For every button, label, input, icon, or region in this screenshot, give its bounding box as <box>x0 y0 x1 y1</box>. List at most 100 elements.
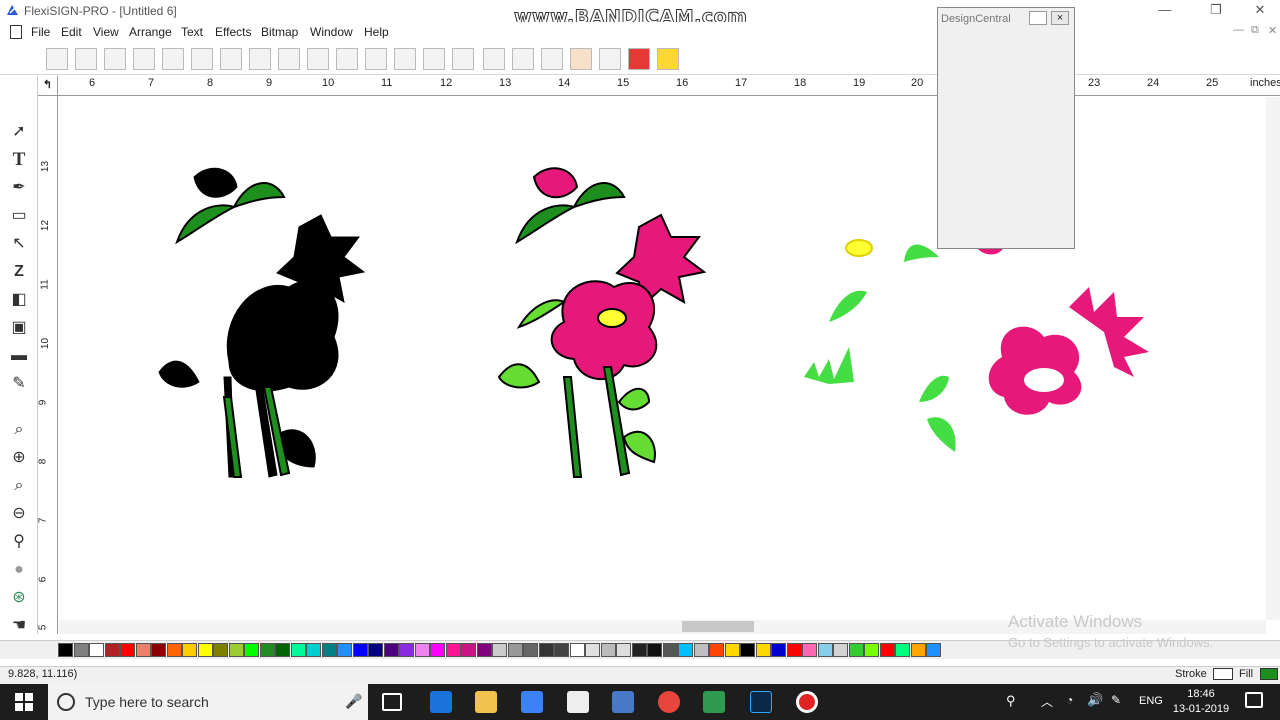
zoom-green-icon[interactable]: ⊛ <box>9 588 29 608</box>
print-icon[interactable] <box>191 48 213 70</box>
mdi-minimize-button[interactable]: — <box>1233 24 1244 36</box>
palette-swatch[interactable] <box>817 643 833 657</box>
palette-swatch[interactable] <box>616 643 631 657</box>
palette-swatch[interactable] <box>786 643 802 657</box>
palette-swatch[interactable] <box>352 643 368 657</box>
palette-swatch[interactable] <box>476 643 492 657</box>
zoom-icon[interactable] <box>599 48 621 70</box>
palette-swatch[interactable] <box>662 643 678 657</box>
palette-swatch[interactable] <box>771 643 786 657</box>
menu-file[interactable]: File <box>31 25 50 39</box>
save-as-icon[interactable] <box>133 48 155 70</box>
palette-swatch[interactable] <box>414 643 430 657</box>
menu-effects[interactable]: Effects <box>215 25 251 39</box>
rectangle-tool-icon[interactable]: ▭ <box>9 206 29 226</box>
palette-swatch[interactable] <box>864 643 879 657</box>
palette-swatch[interactable] <box>383 643 399 657</box>
import-icon[interactable] <box>162 48 184 70</box>
menu-view[interactable]: View <box>93 25 119 39</box>
mdi-close-button[interactable]: ✕ <box>1268 24 1277 37</box>
palette-swatch[interactable] <box>755 643 771 657</box>
eyedropper-icon[interactable]: ✎ <box>9 374 29 394</box>
palette-swatch[interactable] <box>492 643 507 657</box>
palette-swatch[interactable] <box>337 643 352 657</box>
zoom-page-icon[interactable]: ⌕ <box>9 476 29 496</box>
zoom-out-icon[interactable]: ⊖ <box>9 504 29 524</box>
palette-swatch[interactable] <box>895 643 910 657</box>
palette-swatch[interactable] <box>507 643 523 657</box>
palette-swatch[interactable] <box>73 643 89 657</box>
save-icon[interactable] <box>104 48 126 70</box>
cut-plot-icon[interactable] <box>220 48 242 70</box>
palette-swatch[interactable] <box>910 643 926 657</box>
palette-swatch[interactable] <box>151 643 166 657</box>
palette-swatch[interactable] <box>430 643 445 657</box>
flexi-app-icon[interactable] <box>703 691 725 713</box>
action-center-icon[interactable] <box>1245 692 1263 708</box>
palette-swatch[interactable] <box>631 643 647 657</box>
zoom-gray-icon[interactable]: ● <box>9 560 29 580</box>
paste-icon[interactable] <box>336 48 358 70</box>
redo-step-icon[interactable] <box>452 48 474 70</box>
network-icon[interactable]: ◔ <box>1066 693 1073 707</box>
palette-swatch[interactable] <box>554 643 569 657</box>
palette-swatch[interactable] <box>523 643 538 657</box>
windows-start-icon[interactable] <box>14 692 34 712</box>
fill-tool-icon[interactable]: ◧ <box>9 290 29 310</box>
select-arrow-icon[interactable]: ➚ <box>9 122 29 142</box>
rip-icon[interactable] <box>249 48 271 70</box>
new-file-icon[interactable] <box>46 48 68 70</box>
bandicam-record-icon[interactable] <box>796 691 818 713</box>
palette-swatch[interactable] <box>290 643 306 657</box>
ungroup-icon[interactable] <box>512 48 534 70</box>
palette-swatch[interactable] <box>197 643 213 657</box>
black-flower-art[interactable] <box>158 167 366 478</box>
scissors-icon[interactable] <box>278 48 300 70</box>
menu-text[interactable]: Text <box>181 25 203 39</box>
palette-swatch[interactable] <box>321 643 337 657</box>
zigzag-tool-icon[interactable]: Z <box>9 262 29 282</box>
palette-swatch[interactable] <box>678 643 693 657</box>
drawing-canvas[interactable] <box>59 97 1266 620</box>
palette-swatch[interactable] <box>461 643 476 657</box>
file-explorer-icon[interactable] <box>475 691 497 713</box>
maximize-button[interactable]: ❐ <box>1193 0 1239 22</box>
pen-workspace-icon[interactable]: ✎ <box>1111 693 1121 707</box>
zoom-magnify-icon[interactable]: ⌕ <box>9 420 29 440</box>
copy-icon[interactable] <box>307 48 329 70</box>
photoshop-icon[interactable] <box>750 691 772 713</box>
palette-swatch[interactable] <box>833 643 848 657</box>
palette-swatch[interactable] <box>724 643 740 657</box>
text-tool-icon[interactable]: T <box>9 150 29 170</box>
input-language[interactable]: ENG <box>1139 695 1163 707</box>
palette-swatch[interactable] <box>647 643 662 657</box>
mdi-restore-button[interactable]: ⧉ <box>1251 24 1259 37</box>
palette-swatch[interactable] <box>879 643 895 657</box>
redo-icon[interactable] <box>423 48 445 70</box>
menu-bitmap[interactable]: Bitmap <box>261 25 298 39</box>
palette-swatch[interactable] <box>259 643 275 657</box>
task-view-icon[interactable] <box>382 693 402 711</box>
palette-swatch[interactable] <box>802 643 817 657</box>
volume-icon[interactable]: 🔊 <box>1087 692 1103 708</box>
menu-edit[interactable]: Edit <box>61 25 82 39</box>
flexisign-taskbar-icon[interactable] <box>612 691 634 713</box>
palette-swatch[interactable] <box>585 643 600 657</box>
palette-swatch[interactable] <box>182 643 197 657</box>
menu-arrange[interactable]: Arrange <box>129 25 172 39</box>
pan-hand-icon[interactable]: ☚ <box>9 616 29 636</box>
palette-swatch[interactable] <box>306 643 321 657</box>
separated-pieces-art[interactable] <box>804 239 1149 452</box>
taskbar-clock[interactable]: 18:46 13-01-2019 <box>1172 687 1230 717</box>
palette-swatch[interactable] <box>213 643 228 657</box>
document-icon[interactable] <box>10 25 22 39</box>
fill-color-swatch[interactable] <box>1260 668 1278 680</box>
stroke-color-swatch[interactable] <box>1213 668 1233 680</box>
palette-swatch[interactable] <box>445 643 461 657</box>
palette-swatch[interactable] <box>104 643 120 657</box>
palette-swatch[interactable] <box>89 643 104 657</box>
palette-swatch[interactable] <box>740 643 755 657</box>
palette-swatch[interactable] <box>848 643 864 657</box>
palette-swatch[interactable] <box>368 643 383 657</box>
mail-icon[interactable] <box>567 691 589 713</box>
